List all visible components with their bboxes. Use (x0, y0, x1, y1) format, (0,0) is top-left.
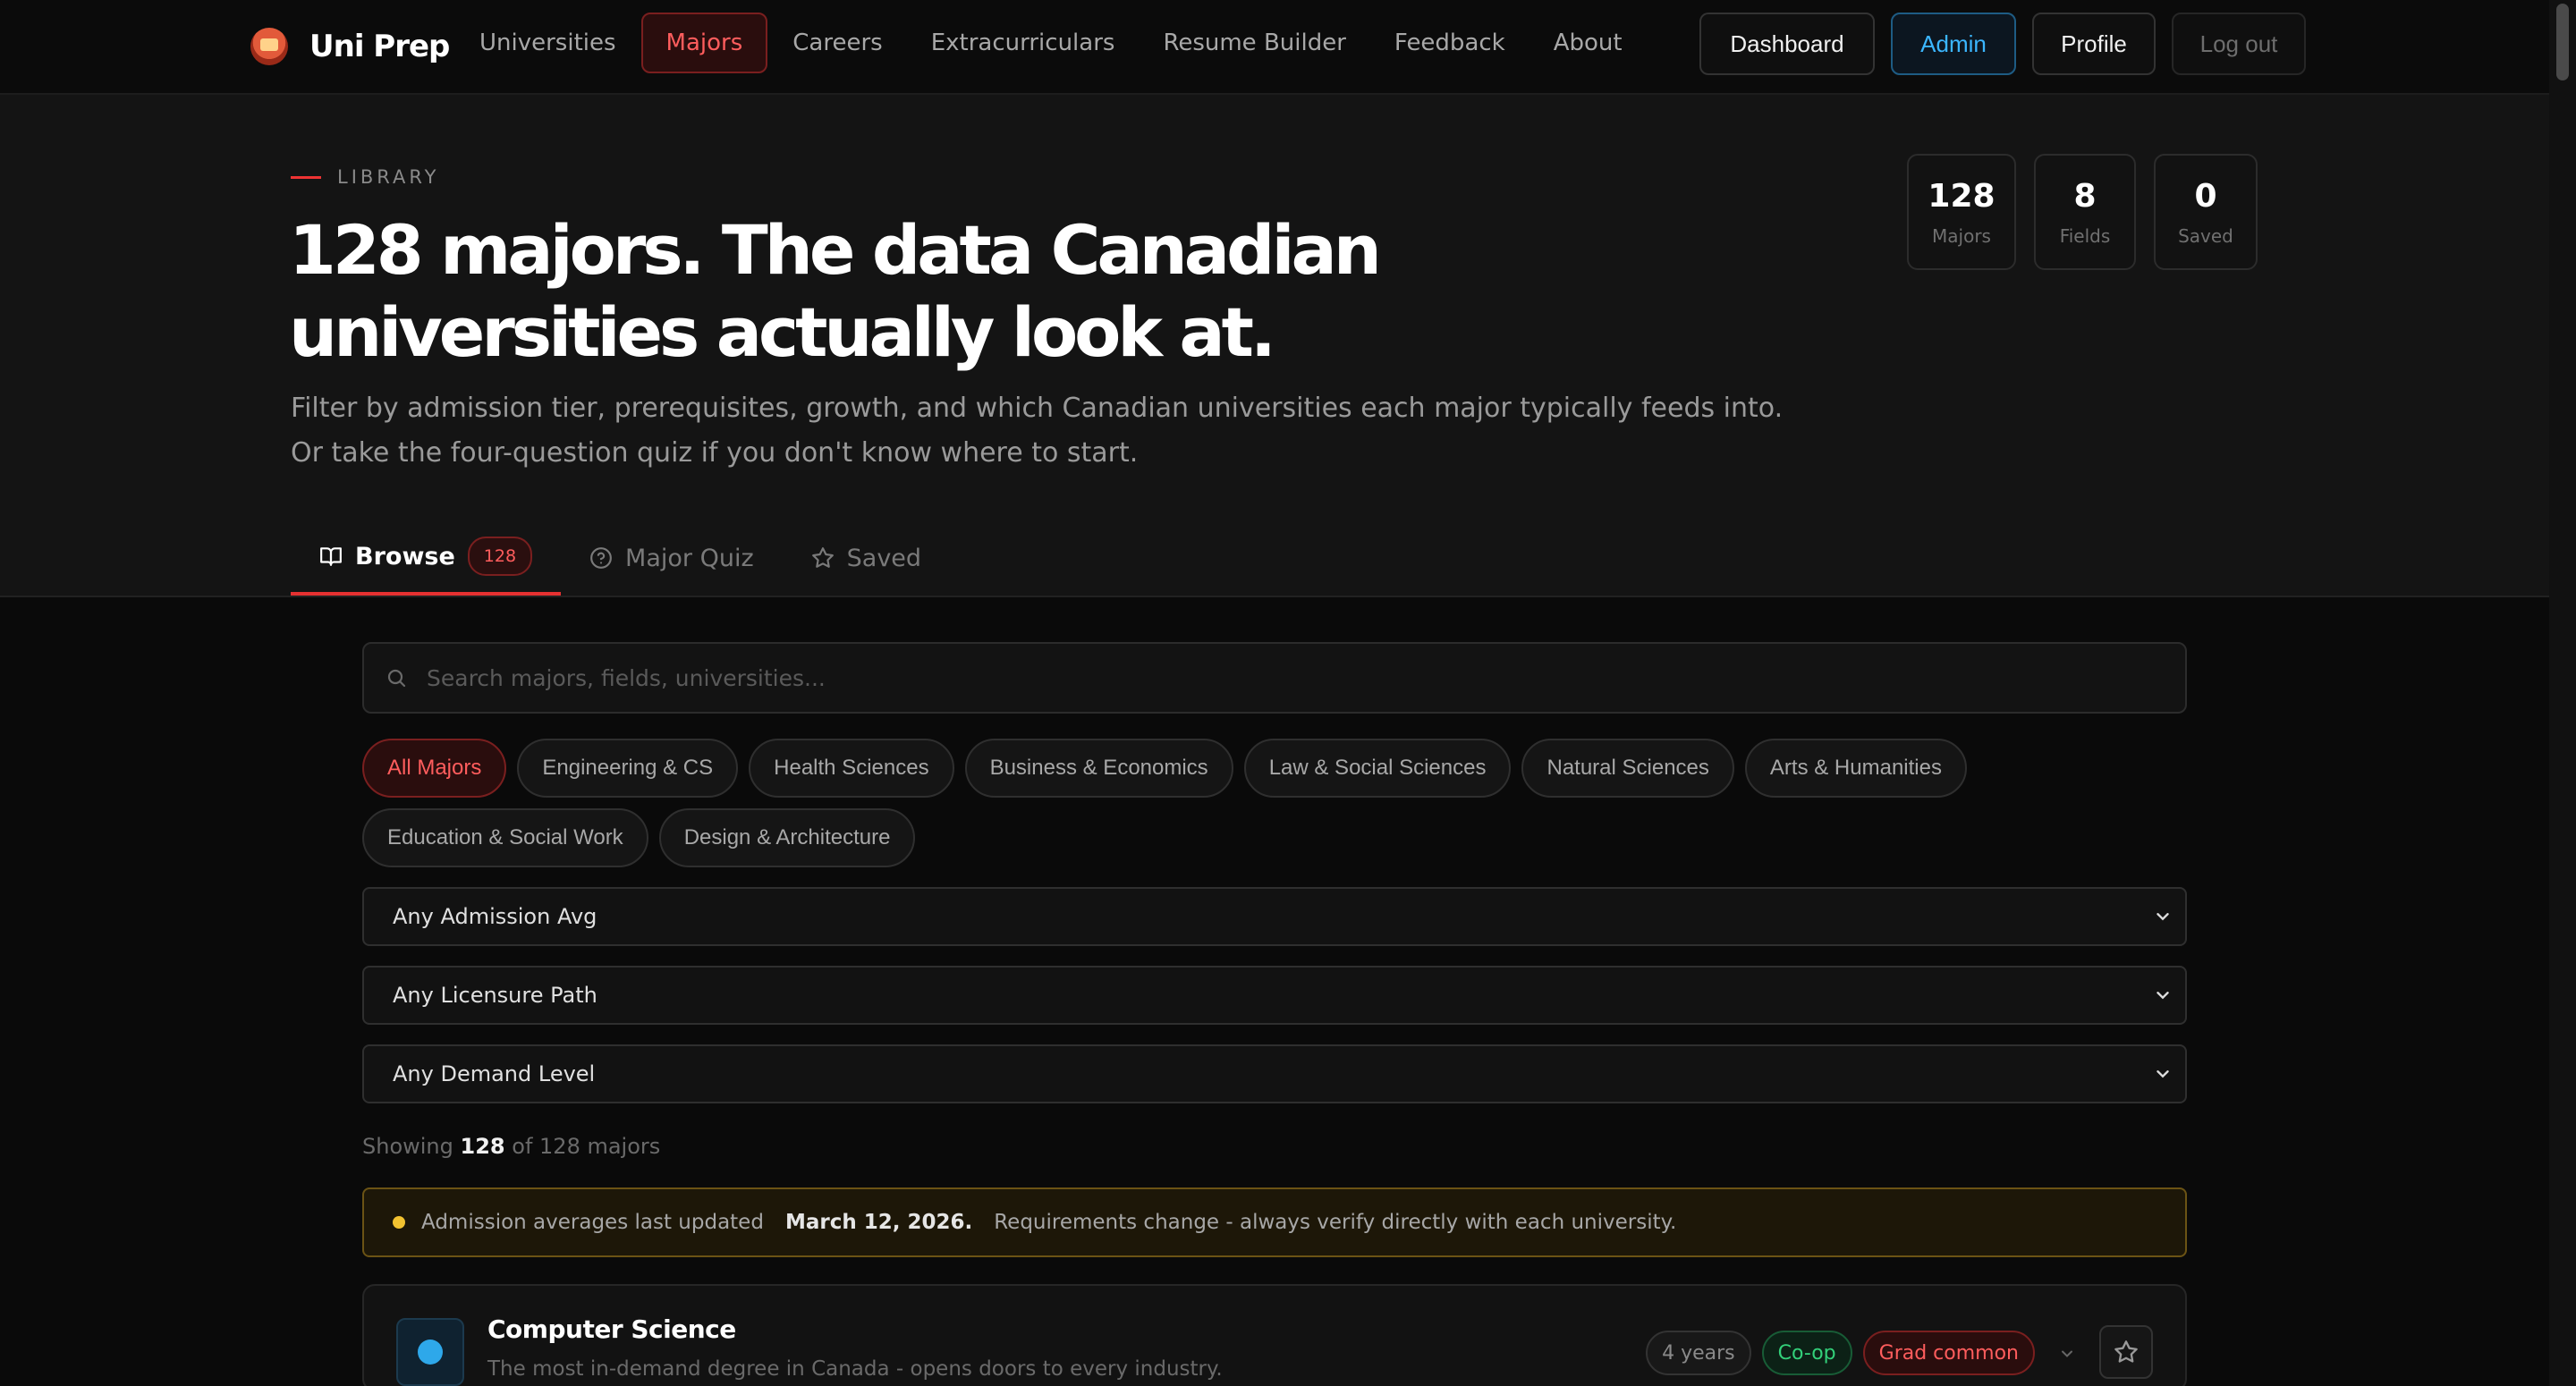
chip-law-social-sciences[interactable]: Law & Social Sciences (1243, 739, 1512, 798)
star-icon (811, 547, 834, 568)
notice-lead: Admission averages last updated (421, 1211, 764, 1234)
brand-name: Uni Prep (309, 29, 450, 64)
notice-dot-icon (393, 1216, 405, 1229)
chip-design-architecture[interactable]: Design & Architecture (658, 808, 916, 867)
page-subtitle-line-1: Filter by admission tier, prerequisites,… (291, 393, 1784, 424)
major-description: The most in-demand degree in Canada - op… (487, 1357, 1223, 1381)
notice-trail: Requirements change - always verify dire… (994, 1211, 1677, 1234)
top-nav: Uni Prep Universities Majors Careers Ext… (0, 0, 2549, 95)
stat-label: Majors (1932, 224, 1991, 247)
page-title: 128 majors. The data Canadian universiti… (289, 209, 1541, 374)
stat-value: 0 (2194, 177, 2217, 215)
update-notice: Admission averages last updated March 12… (362, 1187, 2187, 1257)
scrollbar-thumb[interactable] (2556, 4, 2569, 80)
tag-coop: Co-op (1761, 1331, 1852, 1375)
expand-chevron-icon[interactable] (2058, 1345, 2076, 1363)
help-circle-icon (590, 547, 612, 569)
tab-browse[interactable]: Browse 128 (291, 520, 562, 596)
tag-grad-common: Grad common (1862, 1331, 2035, 1375)
stat-label: Saved (2178, 224, 2233, 247)
tab-major-quiz[interactable]: Major Quiz (561, 520, 783, 596)
tag-duration: 4 years (1646, 1331, 1751, 1375)
stats: 128 Majors 8 Fields 0 Saved (1907, 154, 2258, 270)
tabs: Browse 128 Major Quiz Saved (291, 520, 950, 596)
admission-avg-select[interactable]: Any Admission Avg (362, 887, 2187, 946)
demand-level-value: Any Demand Level (393, 1061, 596, 1086)
eyebrow-accent-line (291, 175, 321, 179)
tab-major-quiz-label: Major Quiz (625, 544, 754, 572)
results-shown: 128 (460, 1134, 505, 1159)
main-content: All Majors Engineering & CS Health Scien… (362, 642, 2187, 1386)
save-major-button[interactable] (2099, 1325, 2153, 1379)
brand-logo-icon (250, 28, 288, 65)
chip-arts-humanities[interactable]: Arts & Humanities (1744, 739, 1967, 798)
brand[interactable]: Uni Prep (250, 21, 450, 72)
notice-date: March 12, 2026. (784, 1211, 973, 1234)
nav-actions: Dashboard Admin Profile Log out (1699, 13, 2306, 75)
chip-health-sciences[interactable]: Health Sciences (749, 739, 954, 798)
hero: LIBRARY 128 majors. The data Canadian un… (0, 95, 2549, 597)
admin-button[interactable]: Admin (1891, 13, 2016, 75)
nav-link-extracurriculars[interactable]: Extracurriculars (908, 13, 1139, 73)
stat-value: 8 (2073, 177, 2097, 215)
licensure-path-value: Any Licensure Path (393, 983, 597, 1008)
tab-saved[interactable]: Saved (783, 520, 950, 596)
page-subtitle: Filter by admission tier, prerequisites,… (291, 386, 1811, 476)
tab-browse-label: Browse (355, 542, 455, 570)
nav-link-about[interactable]: About (1530, 13, 1646, 73)
nav-link-resume-builder[interactable]: Resume Builder (1140, 13, 1368, 73)
field-filter-chips: All Majors Engineering & CS Health Scien… (362, 739, 2241, 867)
chip-engineering-cs[interactable]: Engineering & CS (517, 739, 739, 798)
book-open-icon (320, 547, 342, 566)
demand-level-select[interactable]: Any Demand Level (362, 1044, 2187, 1103)
nav-links: Universities Majors Careers Extracurricu… (456, 13, 1648, 73)
search-icon (387, 669, 406, 688)
chevron-down-icon (2157, 913, 2169, 921)
admission-avg-value: Any Admission Avg (393, 904, 597, 929)
stat-fields: 8 Fields (2034, 154, 2136, 270)
chip-all-majors[interactable]: All Majors (362, 739, 507, 798)
eyebrow: LIBRARY (291, 166, 439, 188)
chip-business-economics[interactable]: Business & Economics (964, 739, 1233, 798)
search-input[interactable] (425, 650, 2185, 706)
page-subtitle-line-2: Or take the four-question quiz if you do… (291, 437, 1139, 469)
star-icon (2114, 1340, 2138, 1363)
select-filters: Any Admission Avg Any Licensure Path Any… (362, 887, 2187, 1103)
stat-label: Fields (2059, 224, 2111, 247)
chip-natural-sciences[interactable]: Natural Sciences (1521, 739, 1734, 798)
stat-value: 128 (1928, 177, 1996, 215)
major-card[interactable]: Computer Science The most in-demand degr… (362, 1284, 2187, 1386)
nav-link-majors[interactable]: Majors (640, 13, 768, 73)
chip-education-social-work[interactable]: Education & Social Work (362, 808, 648, 867)
stat-majors: 128 Majors (1907, 154, 2016, 270)
stat-saved: 0 Saved (2154, 154, 2258, 270)
chevron-down-icon (2157, 1070, 2169, 1078)
licensure-path-select[interactable]: Any Licensure Path (362, 966, 2187, 1025)
page-title-line-1: 128 majors. The data Canadian (289, 210, 1382, 290)
page-scrollbar[interactable] (2549, 0, 2576, 1386)
page: Uni Prep Universities Majors Careers Ext… (0, 0, 2576, 1386)
dashboard-button[interactable]: Dashboard (1699, 13, 1875, 75)
search-box[interactable] (362, 642, 2187, 714)
major-title: Computer Science (487, 1314, 736, 1344)
results-prefix: Showing (362, 1134, 453, 1159)
nav-link-careers[interactable]: Careers (769, 13, 905, 73)
browse-count-badge: 128 (467, 537, 533, 576)
eyebrow-text: LIBRARY (337, 166, 440, 188)
nav-link-universities[interactable]: Universities (456, 13, 640, 73)
page-title-line-2: universities actually look at. (289, 292, 1276, 372)
profile-button[interactable]: Profile (2032, 13, 2156, 75)
nav-link-feedback[interactable]: Feedback (1371, 13, 1529, 73)
tab-saved-label: Saved (846, 544, 922, 572)
major-icon (396, 1318, 464, 1386)
results-count: Showing 128 of 128 majors (362, 1134, 2187, 1159)
results-suffix: of 128 majors (512, 1134, 661, 1159)
logout-button[interactable]: Log out (2172, 13, 2306, 75)
chevron-down-icon (2157, 992, 2169, 1000)
major-tags: 4 years Co-op Grad common (1646, 1331, 2035, 1375)
